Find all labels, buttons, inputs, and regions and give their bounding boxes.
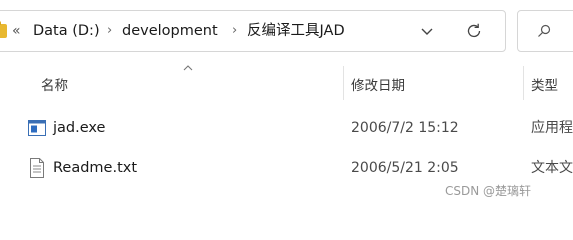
watermark: CSDN @楚璃轩 bbox=[445, 184, 532, 198]
column-header-type[interactable]: 类型 bbox=[531, 75, 558, 97]
search-input[interactable] bbox=[517, 10, 573, 52]
file-explorer-window: « Data (D:) › development › 反编译工具JAD 名称 … bbox=[0, 0, 573, 211]
file-row[interactable]: jad.exe 2006/7/2 15:12 应用程 bbox=[0, 113, 573, 143]
column-divider[interactable] bbox=[343, 66, 344, 100]
chevron-down-icon[interactable] bbox=[419, 23, 435, 39]
file-type: 文本文 bbox=[531, 160, 573, 176]
search-icon bbox=[538, 24, 551, 37]
column-header-modified[interactable]: 修改日期 bbox=[351, 75, 405, 97]
file-name: Readme.txt bbox=[53, 160, 138, 176]
file-name: jad.exe bbox=[53, 120, 106, 136]
breadcrumb-development[interactable]: development bbox=[122, 21, 218, 41]
sort-ascending-icon bbox=[183, 65, 193, 71]
application-icon bbox=[28, 120, 46, 136]
column-header-name[interactable]: 名称 bbox=[41, 75, 68, 97]
breadcrumb-jad-folder[interactable]: 反编译工具JAD bbox=[247, 21, 345, 41]
file-modified-date: 2006/7/2 15:12 bbox=[351, 120, 459, 136]
column-divider[interactable] bbox=[523, 66, 524, 100]
overflow-chevron-icon[interactable]: « bbox=[12, 21, 21, 41]
file-type: 应用程 bbox=[531, 120, 573, 136]
address-bar[interactable]: « Data (D:) › development › 反编译工具JAD bbox=[0, 10, 506, 52]
folder-icon bbox=[0, 21, 7, 38]
refresh-icon[interactable] bbox=[465, 22, 483, 40]
text-file-icon bbox=[30, 158, 44, 178]
breadcrumb-separator-icon[interactable]: › bbox=[107, 21, 112, 41]
breadcrumb-data-drive[interactable]: Data (D:) bbox=[33, 21, 100, 41]
file-modified-date: 2006/5/21 2:05 bbox=[351, 160, 459, 176]
file-row[interactable]: Readme.txt 2006/5/21 2:05 文本文 bbox=[0, 153, 573, 183]
breadcrumb-separator-icon[interactable]: › bbox=[232, 21, 237, 41]
